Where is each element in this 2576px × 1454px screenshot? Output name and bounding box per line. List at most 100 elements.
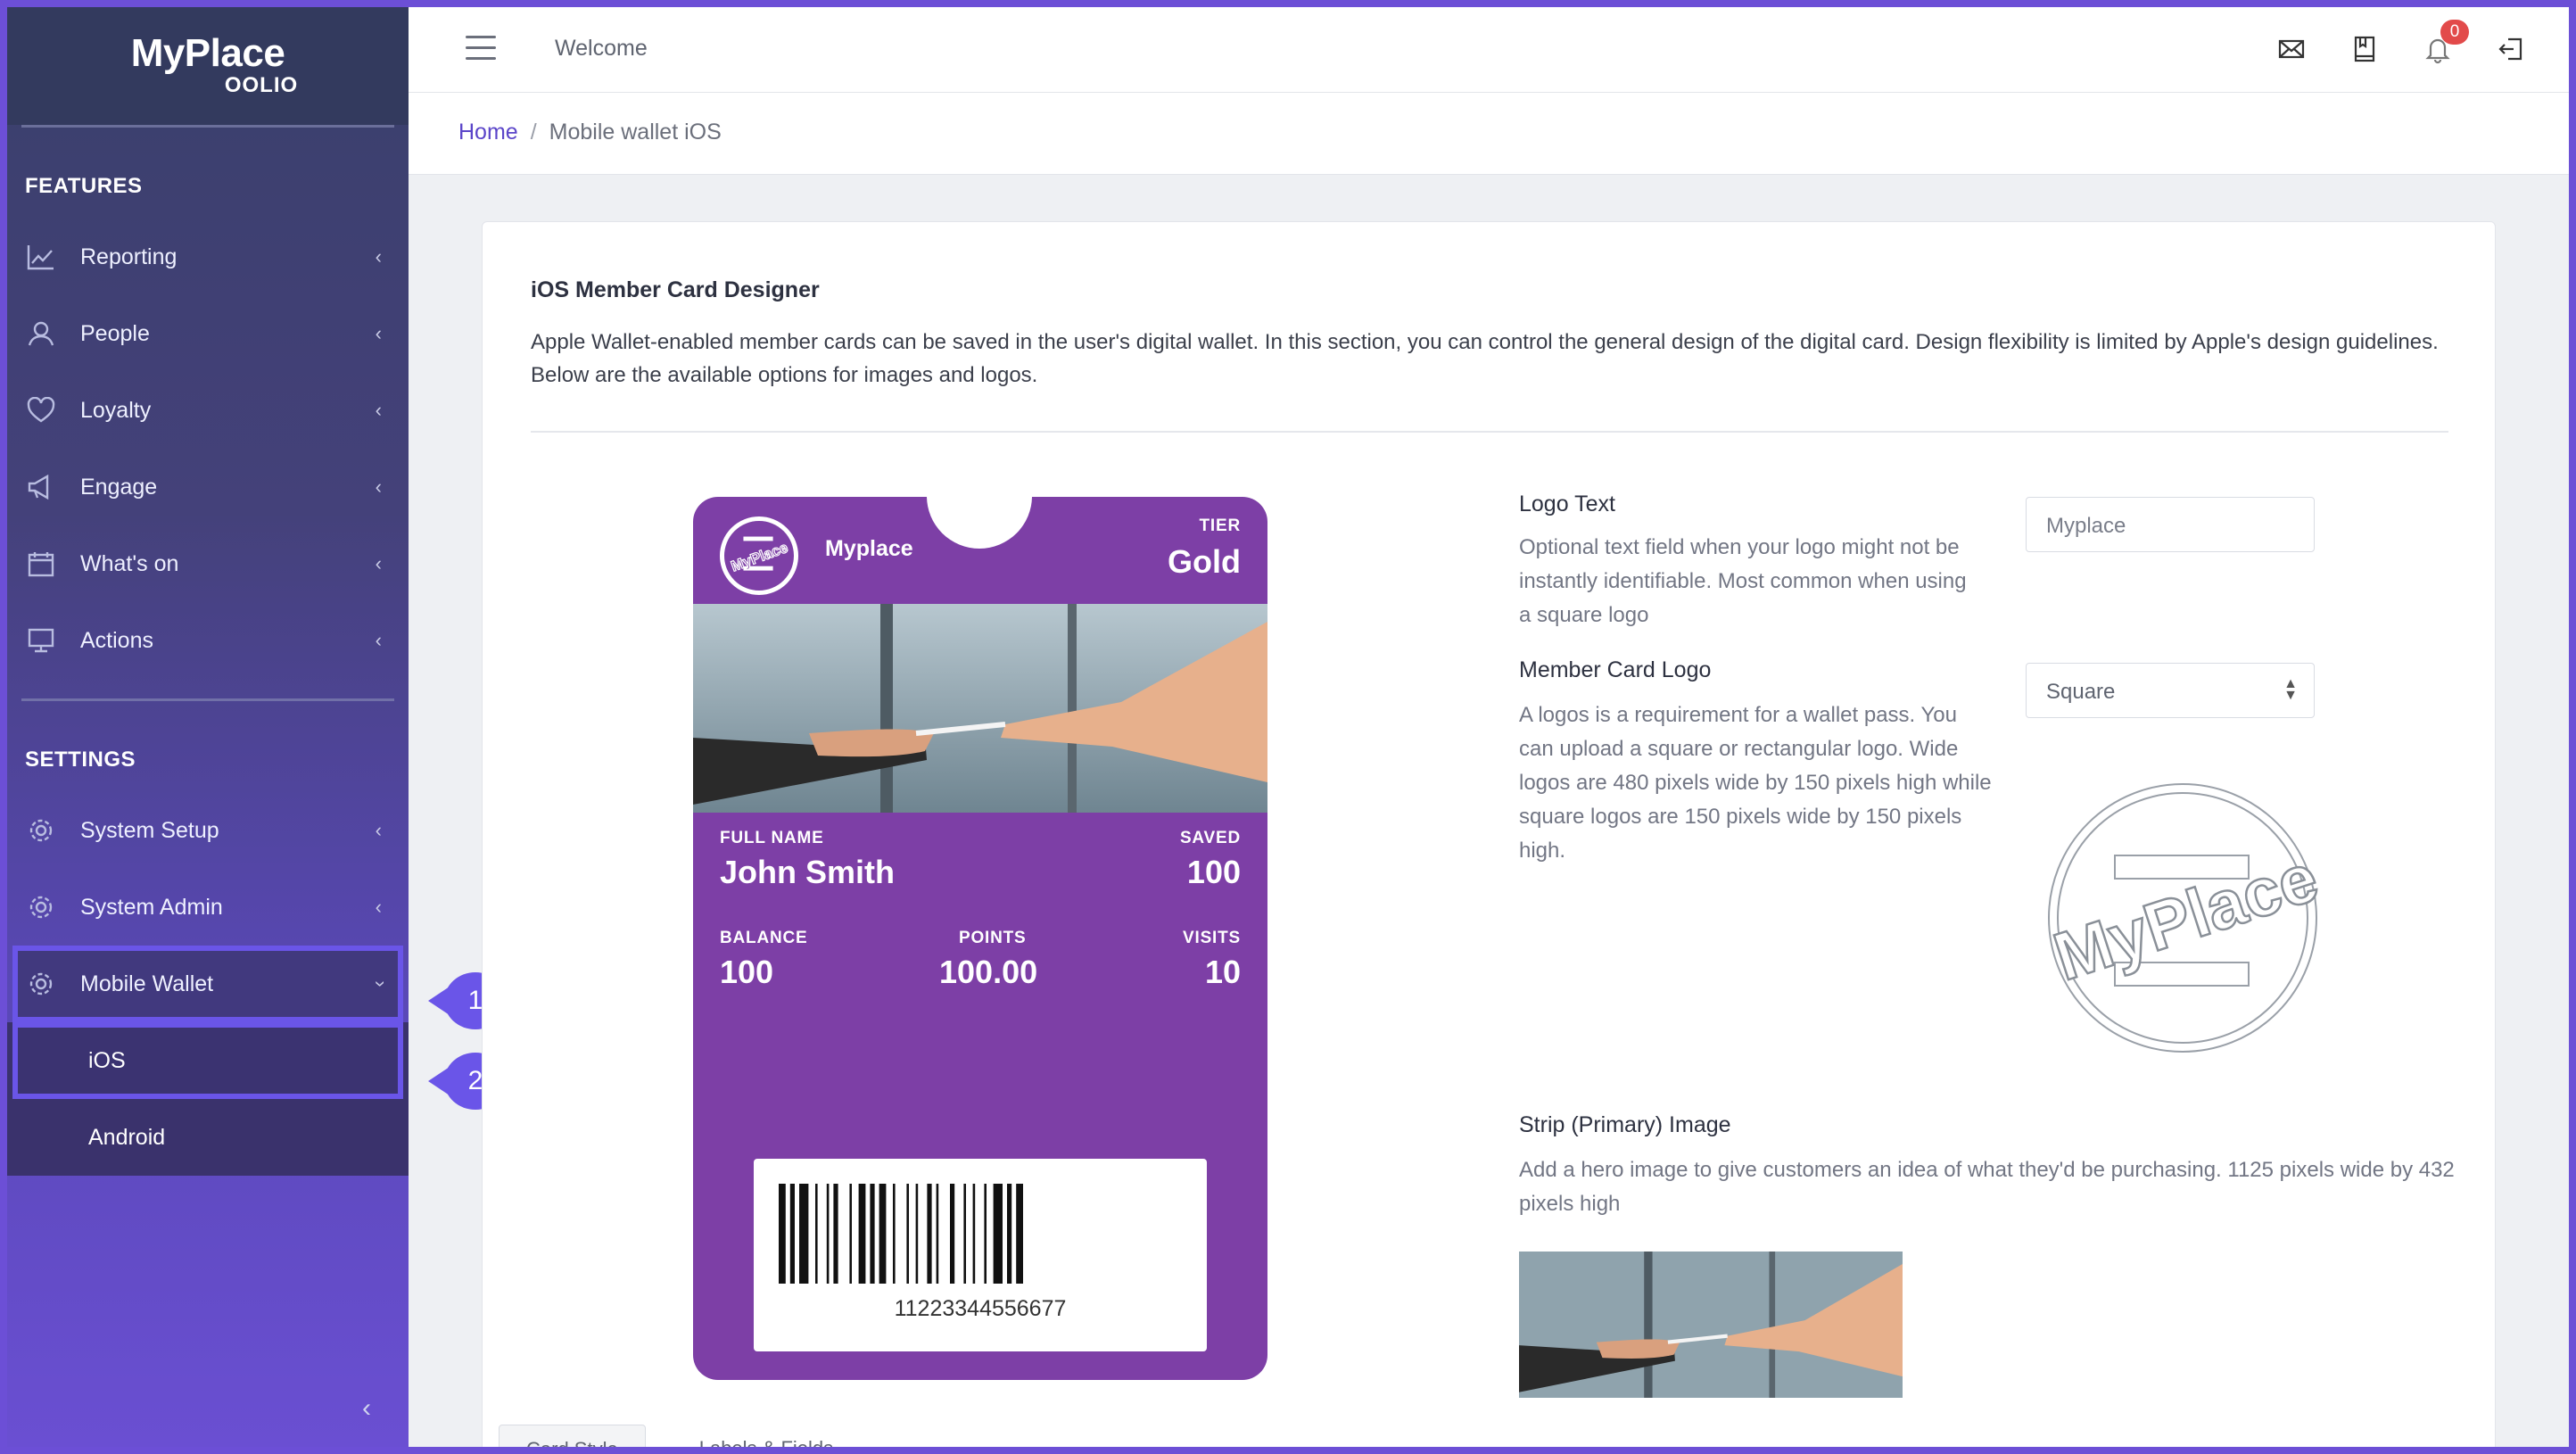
chevron-left-icon: ‹ — [375, 245, 382, 268]
member-logo-preview[interactable]: MyPlace — [2026, 775, 2347, 1061]
barcode-bar — [815, 1184, 818, 1284]
balance-label: BALANCE — [720, 929, 808, 947]
sidebar-item-mobile-wallet[interactable]: Mobile Wallet ‹ — [12, 946, 403, 1022]
tier-value: Gold — [1168, 543, 1241, 580]
visits-value: 10 — [1204, 954, 1241, 990]
sidebar-item-reporting[interactable]: Reporting ‹ — [7, 219, 409, 295]
monitor-icon — [28, 628, 54, 653]
barcode-bar — [833, 1184, 838, 1284]
strip-image-label: Strip (Primary) Image — [1519, 1112, 1731, 1137]
chevron-left-icon: ‹ — [375, 475, 382, 498]
hamburger-menu-icon[interactable] — [466, 36, 496, 61]
barcode-bar — [879, 1184, 887, 1284]
sidebar-item-whats-on[interactable]: What's on ‹ — [7, 525, 409, 602]
breadcrumb-bar: Home / Mobile wallet iOS — [409, 93, 2569, 175]
sidebar-item-people[interactable]: People ‹ — [7, 295, 409, 372]
chevron-down-icon: ‹ — [367, 980, 390, 987]
book-icon[interactable] — [2349, 34, 2380, 64]
strip-image-help: Add a hero image to give customers an id… — [1519, 1158, 2455, 1216]
heart-icon — [27, 397, 55, 423]
collapse-sidebar-icon[interactable]: ‹ — [362, 1395, 387, 1422]
tab-card-style[interactable]: Card Style — [499, 1425, 646, 1447]
mobile-wallet-submenu: iOS Android — [7, 1022, 409, 1176]
section-divider — [531, 431, 2448, 433]
notifications[interactable]: 0 — [2423, 20, 2469, 64]
barcode-bar — [799, 1184, 809, 1284]
pass-logo: MyPlace — [720, 516, 798, 595]
barcode-bar — [826, 1184, 830, 1284]
page-description: Apple Wallet-enabled member cards can be… — [531, 330, 2439, 387]
app-window: MyPlace OOLIO FEATURES Reporting ‹ Peopl… — [7, 7, 2569, 1447]
barcode-bar — [1007, 1184, 1012, 1284]
designer-tabs: Card Style Labels & Fields — [499, 1425, 860, 1447]
breadcrumb: Home / Mobile wallet iOS — [458, 120, 722, 145]
logout-icon[interactable] — [2496, 34, 2526, 64]
full-name-label: FULL NAME — [720, 829, 824, 847]
barcode: 11223344556677 — [754, 1159, 1207, 1351]
gear-icon — [29, 819, 53, 842]
barcode-bar — [858, 1184, 866, 1284]
member-card-logo-label: Member Card Logo — [1519, 657, 1712, 682]
sidebar-divider — [21, 698, 394, 701]
sidebar-item-label: System Setup — [80, 817, 219, 843]
chevron-left-icon: ‹ — [375, 629, 382, 651]
sidebar-item-system-setup[interactable]: System Setup ‹ — [7, 792, 409, 869]
barcode-bar — [870, 1184, 875, 1284]
brand-sub: OOLIO — [224, 73, 299, 97]
gear-icon — [29, 896, 53, 919]
full-name-value: John Smith — [720, 854, 895, 890]
select-arrows-icon: ▲ ▼ — [2283, 676, 2298, 703]
barcode-bar — [993, 1184, 1003, 1284]
sidebar-item-label: People — [80, 320, 150, 346]
strip-image — [693, 604, 1267, 813]
saved-value: 100 — [1186, 854, 1241, 890]
strip-image-thumbnail[interactable] — [1519, 1252, 1903, 1398]
megaphone-icon — [28, 474, 49, 500]
sidebar-subitem-ios[interactable]: iOS — [12, 1022, 403, 1099]
saved-label: SAVED — [1179, 829, 1241, 847]
barcode-bar — [906, 1184, 909, 1284]
sidebar-subitem-android[interactable]: Android — [7, 1099, 409, 1176]
sidebar-divider — [21, 125, 394, 128]
barcode-bar — [789, 1184, 795, 1284]
sidebar-item-label: System Admin — [80, 894, 223, 920]
pass-brand-text: Myplace — [825, 536, 913, 561]
points-value: 100.00 — [939, 954, 1038, 990]
gear-icon — [29, 972, 53, 995]
chart-line-icon — [27, 245, 54, 270]
logo-preview-text: MyPlace — [2045, 839, 2327, 995]
chevron-left-icon: ‹ — [375, 399, 382, 421]
barcode-bars — [779, 1184, 1023, 1284]
chevron-left-icon: ‹ — [375, 552, 382, 574]
sidebar-item-label: Actions — [80, 627, 153, 653]
logo-text-input[interactable]: Myplace — [2026, 497, 2315, 552]
wallet-pass-preview: MyPlace Myplace TIER Gold FULL NAME John… — [693, 497, 1267, 1380]
envelope-icon[interactable] — [2276, 34, 2307, 64]
brand-name: MyPlace — [130, 31, 285, 75]
barcode-bar — [779, 1184, 786, 1284]
barcode-bar — [849, 1184, 852, 1284]
sidebar-item-actions[interactable]: Actions ‹ — [7, 602, 409, 679]
breadcrumb-home-link[interactable]: Home — [458, 120, 518, 145]
brand-logo[interactable]: MyPlace OOLIO — [7, 7, 409, 125]
page-title: iOS Member Card Designer — [531, 277, 820, 302]
sidebar-item-label: Loyalty — [80, 397, 152, 423]
balance-value: 100 — [720, 954, 774, 990]
sidebar: MyPlace OOLIO FEATURES Reporting ‹ Peopl… — [7, 7, 409, 1447]
barcode-bar — [915, 1184, 919, 1284]
points-label: POINTS — [959, 929, 1027, 947]
tab-labels-fields[interactable]: Labels & Fields — [673, 1425, 860, 1447]
barcode-bar — [927, 1184, 932, 1284]
sidebar-item-loyalty[interactable]: Loyalty ‹ — [7, 372, 409, 449]
top-icons: 0 — [2276, 20, 2526, 64]
barcode-bar — [972, 1184, 976, 1284]
calendar-icon — [28, 552, 54, 577]
notification-badge: 0 — [2440, 20, 2469, 45]
barcode-bar — [950, 1184, 955, 1284]
settings-title: SETTINGS — [25, 748, 136, 772]
logo-shape-select[interactable]: Square ▲ ▼ — [2026, 663, 2315, 718]
sidebar-item-engage[interactable]: Engage ‹ — [7, 449, 409, 525]
sidebar-item-system-admin[interactable]: System Admin ‹ — [7, 869, 409, 946]
tier-label: TIER — [1199, 516, 1241, 535]
sidebar-item-label: Engage — [80, 474, 158, 500]
